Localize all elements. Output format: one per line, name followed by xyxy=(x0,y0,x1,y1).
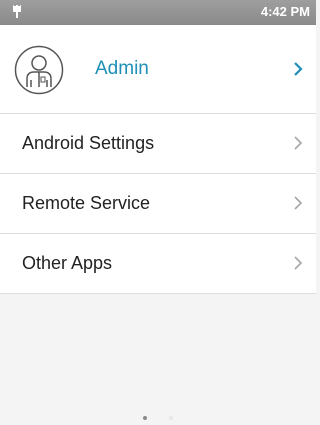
menu-item-other-apps[interactable]: Other Apps xyxy=(0,234,316,294)
page-dot[interactable] xyxy=(169,415,174,420)
menu-item-label: Android Settings xyxy=(22,133,155,153)
chevron-right-icon xyxy=(292,255,304,271)
launcher-screen: 4:42 PM Admin Android Settings Remote Se… xyxy=(0,0,316,425)
menu-item-android-settings[interactable]: Android Settings xyxy=(0,114,316,174)
page-dot-active[interactable] xyxy=(142,415,147,420)
admin-name: Admin xyxy=(95,58,149,79)
user-avatar-icon xyxy=(14,45,64,95)
status-bar: 4:42 PM xyxy=(0,0,316,25)
chevron-right-icon xyxy=(292,195,304,211)
usb-icon xyxy=(10,4,24,20)
status-time: 4:42 PM xyxy=(260,4,310,19)
menu-item-label: Remote Service xyxy=(22,193,151,213)
menu-item-label: Other Apps xyxy=(22,253,113,273)
admin-profile-row[interactable]: Admin xyxy=(0,25,316,114)
chevron-right-icon xyxy=(292,61,304,77)
page-indicator xyxy=(0,409,316,420)
menu-item-remote-service[interactable]: Remote Service xyxy=(0,174,316,234)
chevron-right-icon xyxy=(292,135,304,151)
